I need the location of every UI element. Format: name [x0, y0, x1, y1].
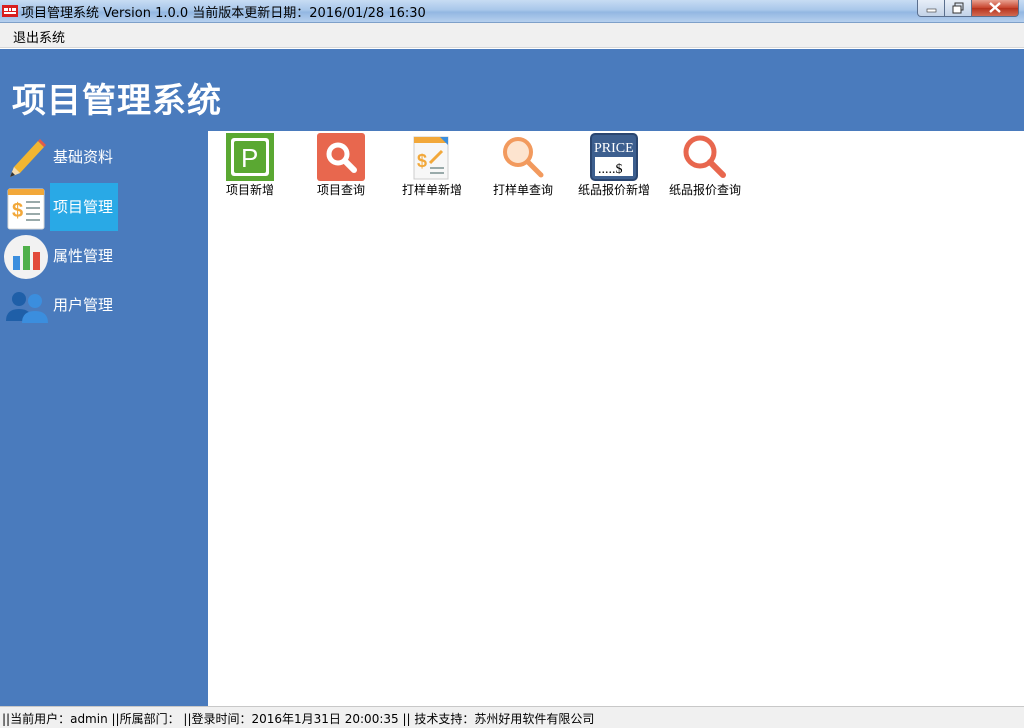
sidebar-item-basic-data[interactable]: 基础资料	[0, 133, 208, 181]
app-icon	[2, 5, 18, 17]
svg-text:PRICE: PRICE	[594, 141, 634, 156]
magnifier-icon	[683, 135, 726, 178]
maximize-button[interactable]	[944, 0, 972, 17]
magnifier-icon	[503, 137, 544, 178]
toolbar-label: 纸品报价新增	[577, 183, 650, 197]
bar-chart-icon	[4, 235, 48, 279]
svg-text:$: $	[417, 151, 427, 171]
sidebar-item-project-management[interactable]: $ 项目管理	[0, 183, 208, 231]
minimize-button[interactable]	[917, 0, 945, 17]
p-icon: P	[226, 133, 274, 181]
svg-text:P: P	[241, 143, 258, 173]
close-button[interactable]	[971, 0, 1019, 17]
close-icon	[989, 2, 1001, 13]
users-icon	[6, 292, 48, 323]
toolbar-query-paper-quote[interactable]: 纸品报价查询	[660, 131, 750, 201]
main-content: P 项目新增 项目查询 $ 打样单新增 打样单查询 PRICE .....$ 纸…	[208, 131, 1024, 706]
sidebar-item-label: 项目管理	[50, 183, 118, 231]
status-bar: ||当前用户：admin ||所属部门： ||登录时间：2016年1月31日 2…	[0, 706, 1024, 728]
sidebar-item-user-management[interactable]: 用户管理	[0, 281, 208, 329]
app-title: 项目管理系统	[12, 81, 222, 121]
svg-text:$: $	[12, 200, 23, 222]
sidebar-item-attribute-management[interactable]: 属性管理	[0, 232, 208, 280]
price-tag-icon: PRICE .....$	[590, 133, 638, 181]
window-title: 项目管理系统 Version 1.0.0 当前版本更新日期：2016/01/28…	[21, 6, 426, 21]
title-bar: 项目管理系统 Version 1.0.0 当前版本更新日期：2016/01/28…	[0, 0, 1024, 23]
toolbar-label: 项目新增	[225, 183, 274, 197]
sidebar-item-label: 基础资料	[53, 148, 114, 166]
minimize-icon	[926, 8, 937, 13]
toolbar-label: 项目查询	[316, 183, 365, 197]
document-dollar-icon: $	[7, 188, 45, 230]
toolbar-label: 纸品报价查询	[668, 183, 741, 197]
search-icon	[317, 133, 365, 181]
menu-bar: 退出系统	[0, 23, 1024, 48]
status-text: ||当前用户：admin ||所属部门： ||登录时间：2016年1月31日 2…	[2, 712, 595, 726]
sidebar-item-label: 用户管理	[53, 296, 114, 314]
menu-exit-system[interactable]: 退出系统	[13, 27, 65, 46]
toolbar-add-paper-quote[interactable]: PRICE .....$ 纸品报价新增	[569, 131, 659, 201]
restore-icon	[952, 2, 964, 14]
toolbar-add-project[interactable]: P 项目新增	[205, 131, 295, 201]
toolbar-label: 打样单查询	[492, 183, 553, 197]
pencil-icon	[10, 139, 46, 177]
toolbar-add-sample-order[interactable]: $ 打样单新增	[387, 131, 477, 201]
sidebar-item-label: 属性管理	[53, 247, 114, 265]
svg-text:.....$: .....$	[598, 162, 623, 177]
toolbar-query-project[interactable]: 项目查询	[296, 131, 386, 201]
app-header: 项目管理系统	[0, 49, 1024, 131]
toolbar-label: 打样单新增	[401, 183, 462, 197]
toolbar-query-sample-order[interactable]: 打样单查询	[478, 131, 568, 201]
document-dollar-icon: $	[413, 136, 449, 180]
sidebar: 基础资料 $ 项目管理 属性管理 用户管理	[0, 131, 208, 706]
